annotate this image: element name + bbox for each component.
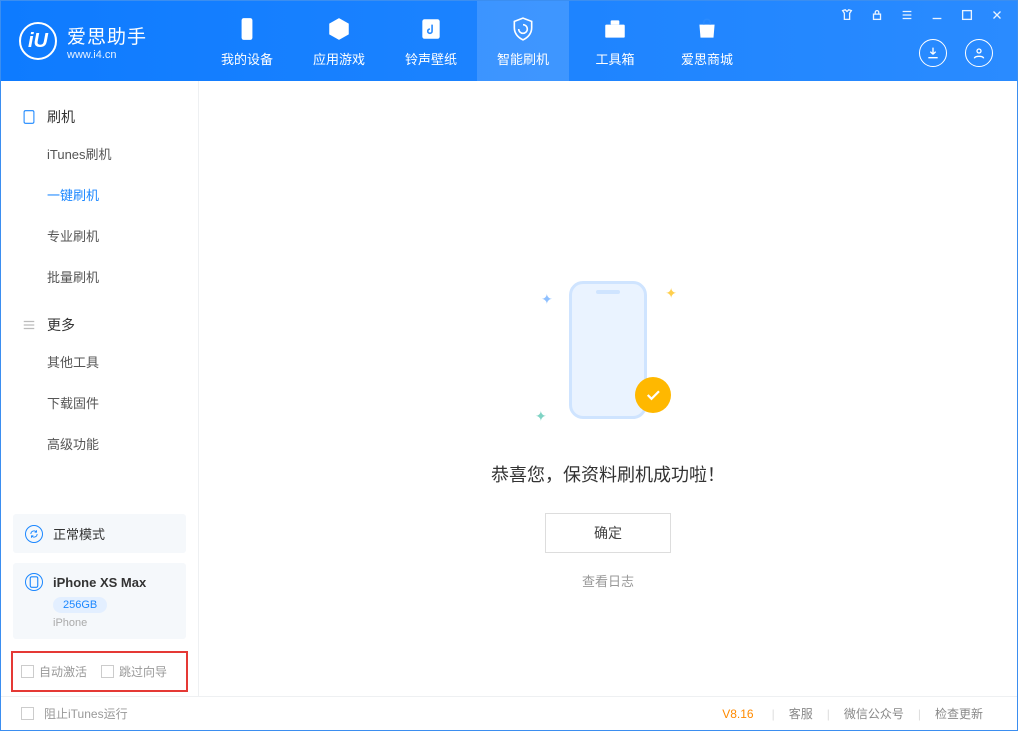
device-phone-icon (25, 573, 43, 591)
tab-label: 工具箱 (595, 49, 634, 68)
device-icon (233, 15, 261, 43)
shirt-icon[interactable] (839, 7, 855, 23)
mode-label: 正常模式 (53, 524, 105, 543)
nav-tabs: 我的设备 应用游戏 铃声壁纸 智能刷机 工具箱 爱思商城 (201, 1, 753, 81)
mode-sync-icon (25, 525, 43, 543)
tab-store[interactable]: 爱思商城 (661, 1, 753, 81)
tab-smart-flash[interactable]: 智能刷机 (477, 1, 569, 81)
tab-ringtone-wallpaper[interactable]: 铃声壁纸 (385, 1, 477, 81)
maximize-icon[interactable] (959, 7, 975, 23)
lock-icon[interactable] (869, 7, 885, 23)
device-type: iPhone (53, 617, 174, 629)
tab-label: 铃声壁纸 (405, 49, 457, 68)
list-icon (21, 317, 37, 333)
sidebar-item-batch-flash[interactable]: 批量刷机 (1, 256, 198, 297)
close-icon[interactable] (989, 7, 1005, 23)
group-header-flash[interactable]: 刷机 (1, 101, 198, 133)
body: 刷机 iTunes刷机 一键刷机 专业刷机 批量刷机 更多 其他工具 下载固件 … (1, 81, 1017, 696)
tab-label: 我的设备 (221, 49, 273, 68)
check-auto-activate[interactable]: 自动激活 (21, 663, 87, 680)
checkmark-badge-icon (635, 377, 671, 413)
app-window: iU 爱思助手 www.i4.cn 我的设备 应用游戏 铃声壁纸 智能刷机 (0, 0, 1018, 731)
success-message: 恭喜您，保资料刷机成功啦！ (491, 461, 725, 487)
sparkle-icon: ✦ (665, 285, 677, 302)
sidebar-scroll: 刷机 iTunes刷机 一键刷机 专业刷机 批量刷机 更多 其他工具 下载固件 … (1, 81, 198, 504)
app-title: 爱思助手 (67, 22, 147, 49)
header: iU 爱思助手 www.i4.cn 我的设备 应用游戏 铃声壁纸 智能刷机 (1, 1, 1017, 81)
confirm-button[interactable]: 确定 (545, 513, 671, 553)
sidebar-item-advanced[interactable]: 高级功能 (1, 423, 198, 464)
check-label: 跳过向导 (119, 663, 167, 680)
user-icon[interactable] (965, 39, 993, 67)
checkbox-icon[interactable] (101, 665, 114, 678)
logo-text-block: 爱思助手 www.i4.cn (67, 22, 147, 61)
tab-label: 应用游戏 (313, 49, 365, 68)
group-header-more[interactable]: 更多 (1, 309, 198, 341)
group-title: 更多 (47, 315, 75, 335)
sidebar-group-flash: 刷机 iTunes刷机 一键刷机 专业刷机 批量刷机 (1, 89, 198, 297)
sidebar-group-more: 更多 其他工具 下载固件 高级功能 (1, 297, 198, 464)
footer-link-wechat[interactable]: 微信公众号 (830, 705, 918, 722)
footer-check-label: 阻止iTunes运行 (44, 705, 128, 722)
sparkle-icon: ✦ (541, 291, 553, 308)
phone-outline-icon (21, 109, 37, 125)
shield-refresh-icon (509, 15, 537, 43)
sidebar-item-other-tools[interactable]: 其他工具 (1, 341, 198, 382)
app-logo-icon: iU (19, 22, 57, 60)
sparkle-icon: ✦ (535, 408, 547, 425)
cube-icon (325, 15, 353, 43)
music-icon (417, 15, 445, 43)
footer-link-support[interactable]: 客服 (775, 705, 827, 722)
header-right-icons (919, 39, 993, 67)
menu-icon[interactable] (899, 7, 915, 23)
group-title: 刷机 (47, 107, 75, 127)
sidebar-item-itunes-flash[interactable]: iTunes刷机 (1, 133, 198, 174)
sidebar-bottom: 正常模式 iPhone XS Max 256GB iPhone (1, 504, 198, 651)
app-subtitle: www.i4.cn (67, 49, 147, 61)
tab-label: 智能刷机 (497, 49, 549, 68)
check-block-itunes[interactable]: 阻止iTunes运行 (21, 705, 128, 722)
success-graphic: ✦ ✦ ✦ (543, 281, 673, 431)
sidebar-item-pro-flash[interactable]: 专业刷机 (1, 215, 198, 256)
check-label: 自动激活 (39, 663, 87, 680)
tab-my-device[interactable]: 我的设备 (201, 1, 293, 81)
tab-apps-games[interactable]: 应用游戏 (293, 1, 385, 81)
minimize-icon[interactable] (929, 7, 945, 23)
check-skip-guide[interactable]: 跳过向导 (101, 663, 167, 680)
device-storage-badge: 256GB (53, 597, 107, 613)
tab-label: 爱思商城 (681, 49, 733, 68)
download-icon[interactable] (919, 39, 947, 67)
toolbox-icon (601, 15, 629, 43)
device-card[interactable]: iPhone XS Max 256GB iPhone (13, 563, 186, 639)
mode-card[interactable]: 正常模式 (13, 514, 186, 553)
main-content: ✦ ✦ ✦ 恭喜您，保资料刷机成功啦！ 确定 查看日志 (199, 81, 1017, 696)
footer: 阻止iTunes运行 V8.16 | 客服 | 微信公众号 | 检查更新 (1, 696, 1017, 730)
footer-link-update[interactable]: 检查更新 (921, 705, 997, 722)
window-controls (839, 7, 1005, 23)
version-label: V8.16 (722, 707, 753, 721)
bag-icon (693, 15, 721, 43)
sidebar-item-onekey-flash[interactable]: 一键刷机 (1, 174, 198, 215)
sidebar-item-download-firmware[interactable]: 下载固件 (1, 382, 198, 423)
checkbox-icon[interactable] (21, 665, 34, 678)
tab-toolbox[interactable]: 工具箱 (569, 1, 661, 81)
checkbox-icon[interactable] (21, 707, 34, 720)
logo-area[interactable]: iU 爱思助手 www.i4.cn (1, 22, 201, 61)
view-log-link[interactable]: 查看日志 (582, 571, 634, 590)
sidebar: 刷机 iTunes刷机 一键刷机 专业刷机 批量刷机 更多 其他工具 下载固件 … (1, 81, 199, 696)
device-name: iPhone XS Max (53, 575, 146, 590)
highlighted-checkbox-bar: 自动激活 跳过向导 (11, 651, 188, 692)
